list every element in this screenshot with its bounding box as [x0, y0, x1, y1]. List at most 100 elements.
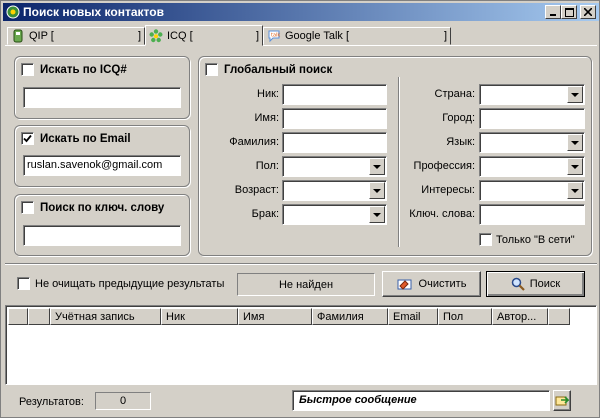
- tab-qip[interactable]: QIP [ ]: [7, 27, 145, 45]
- surname-input[interactable]: [282, 132, 387, 153]
- column-header-nick[interactable]: Ник: [161, 308, 238, 325]
- icq-flower-icon: [149, 28, 163, 42]
- chevron-down-icon[interactable]: [567, 158, 583, 175]
- email-checkbox[interactable]: [21, 132, 34, 145]
- global-search-group: Глобальный поиск Ник: Имя: Фамилия: Пол:…: [198, 56, 592, 256]
- keep-results-checkbox[interactable]: [17, 277, 30, 290]
- app-icon: [6, 5, 20, 19]
- maximize-button[interactable]: [561, 5, 577, 19]
- keyword-group: Поиск по ключ. слову: [14, 194, 190, 256]
- tab-icq-label: ICQ [: [167, 29, 193, 42]
- icq-tab-panel: Искать по ICQ# Искать по Email ruslan.sa…: [5, 45, 597, 301]
- gender-select[interactable]: [282, 156, 387, 177]
- column-header-email[interactable]: Email: [388, 308, 438, 325]
- tab-qip-bracket: ]: [137, 30, 141, 42]
- search-icon: [511, 277, 525, 291]
- online-only-checkbox[interactable]: [479, 233, 492, 246]
- language-select[interactable]: [479, 132, 585, 153]
- results-table-header: Учётная запись Ник Имя Фамилия Email Пол…: [8, 308, 570, 325]
- section-divider: [5, 263, 597, 265]
- keyword-label: Поиск по ключ. слову: [40, 201, 165, 214]
- keep-results-toggle[interactable]: Не очищать предыдущие результаты: [17, 277, 224, 290]
- keyword-checkbox[interactable]: [21, 201, 34, 214]
- global-search-toggle[interactable]: Глобальный поиск: [205, 63, 332, 76]
- city-label: Город:: [442, 112, 475, 124]
- protocol-tabs: QIP [ ] ICQ [ ] talk Google Talk [ ]: [3, 25, 599, 46]
- surname-label: Фамилия:: [229, 136, 279, 148]
- name-label: Имя:: [254, 112, 279, 124]
- status-bar: Результатов: 0 Быстрое сообщение: [1, 387, 599, 417]
- send-message-icon: [555, 395, 569, 405]
- chevron-down-icon[interactable]: [369, 158, 385, 175]
- column-header-gender[interactable]: Пол: [438, 308, 492, 325]
- tab-google-talk-label: Google Talk [: [285, 30, 350, 42]
- icq-number-toggle[interactable]: Искать по ICQ#: [21, 63, 127, 76]
- keyword-input[interactable]: [23, 225, 181, 246]
- column-header-extra[interactable]: [548, 308, 570, 325]
- column-header-author[interactable]: Автор...: [492, 308, 548, 325]
- eraser-icon: [397, 279, 412, 290]
- icq-number-label: Искать по ICQ#: [40, 63, 127, 76]
- nick-label: Ник:: [257, 88, 279, 100]
- profession-select[interactable]: [479, 156, 585, 177]
- tab-google-talk-bracket: ]: [443, 30, 447, 42]
- email-label: Искать по Email: [40, 132, 131, 145]
- icq-number-group: Искать по ICQ#: [14, 56, 190, 119]
- global-search-checkbox[interactable]: [205, 63, 218, 76]
- chevron-down-icon[interactable]: [369, 206, 385, 223]
- results-count-label: Результатов:: [19, 396, 84, 408]
- online-only-toggle[interactable]: Только "В сети": [479, 233, 575, 246]
- age-label: Возраст:: [234, 184, 279, 196]
- clear-button[interactable]: Очистить: [382, 271, 481, 297]
- column-header-name[interactable]: Имя: [238, 308, 312, 325]
- search-contacts-window: Поиск новых контактов QIP [ ] ICQ [ ] ta…: [0, 0, 600, 418]
- email-input[interactable]: ruslan.savenok@gmail.com: [23, 155, 181, 176]
- tab-google-talk[interactable]: talk Google Talk [ ]: [263, 27, 451, 45]
- minimize-button[interactable]: [545, 5, 561, 19]
- profession-label: Профессия:: [413, 160, 475, 172]
- search-button-label: Поиск: [529, 278, 561, 290]
- close-icon: [584, 8, 592, 16]
- name-input[interactable]: [282, 108, 387, 129]
- language-label: Язык:: [446, 136, 475, 148]
- email-toggle[interactable]: Искать по Email: [21, 132, 131, 145]
- gtalk-icon: talk: [268, 30, 280, 43]
- icq-number-input[interactable]: [23, 87, 181, 108]
- marital-label: Брак:: [251, 208, 279, 220]
- search-status-field: Не найден: [237, 273, 375, 296]
- country-select[interactable]: [479, 84, 585, 105]
- qip-icon: [13, 29, 23, 43]
- results-table[interactable]: Учётная запись Ник Имя Фамилия Email Пол…: [5, 305, 597, 385]
- city-input[interactable]: [479, 108, 585, 129]
- window-title: Поиск новых контактов: [23, 5, 164, 19]
- online-only-label: Только "В сети": [496, 233, 575, 246]
- column-header-surname[interactable]: Фамилия: [312, 308, 388, 325]
- keep-results-label: Не очищать предыдущие результаты: [35, 277, 225, 290]
- chevron-down-icon[interactable]: [369, 182, 385, 199]
- results-count-value: 0: [95, 392, 151, 410]
- icq-number-checkbox[interactable]: [21, 63, 34, 76]
- send-quick-message-button[interactable]: [553, 390, 571, 411]
- interests-select[interactable]: [479, 180, 585, 201]
- column-header-marker[interactable]: [8, 308, 28, 325]
- gender-label: Пол:: [255, 160, 279, 172]
- marital-select[interactable]: [282, 204, 387, 225]
- quick-message-input[interactable]: Быстрое сообщение: [292, 390, 550, 411]
- close-button[interactable]: [580, 5, 596, 19]
- global-search-label: Глобальный поиск: [224, 63, 333, 76]
- chevron-down-icon[interactable]: [567, 182, 583, 199]
- chevron-down-icon[interactable]: [567, 86, 583, 103]
- search-button[interactable]: Поиск: [486, 271, 585, 297]
- email-group: Искать по Email ruslan.savenok@gmail.com: [14, 125, 190, 187]
- minimize-icon: [550, 14, 556, 16]
- nick-input[interactable]: [282, 84, 387, 105]
- keyword-toggle[interactable]: Поиск по ключ. слову: [21, 201, 164, 214]
- column-header-account[interactable]: Учётная запись: [50, 308, 161, 325]
- column-header-status[interactable]: [28, 308, 50, 325]
- title-bar: Поиск новых контактов: [3, 3, 599, 21]
- keywords-input[interactable]: [479, 204, 585, 225]
- chevron-down-icon[interactable]: [567, 134, 583, 151]
- tab-icq[interactable]: ICQ [ ]: [145, 25, 263, 46]
- age-select[interactable]: [282, 180, 387, 201]
- maximize-icon: [564, 7, 574, 17]
